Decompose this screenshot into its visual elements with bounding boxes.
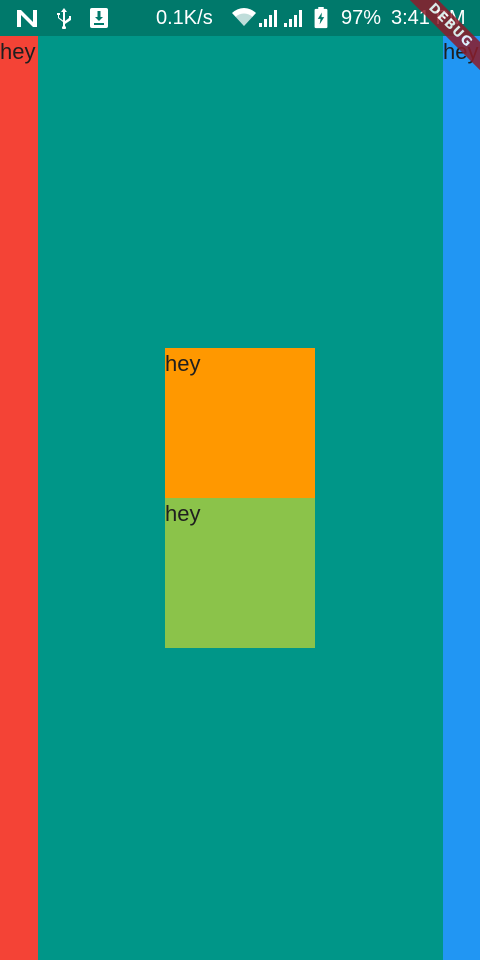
right-panel-label: hey — [443, 39, 479, 64]
download-icon — [90, 8, 108, 28]
n-notification-icon — [17, 10, 37, 27]
network-speed: 0.1K/s — [156, 7, 213, 29]
orange-box-label: hey — [165, 351, 201, 376]
battery-charging-icon — [314, 7, 328, 29]
usb-icon — [57, 8, 71, 29]
left-panel: hey — [0, 36, 38, 960]
signal-icon — [259, 10, 277, 27]
signal-icon-2 — [284, 10, 302, 27]
clock-time: 3:41 PM — [391, 7, 466, 29]
green-box-label: hey — [165, 501, 201, 526]
left-panel-label: hey — [0, 39, 36, 64]
status-bar: 0.1K/s 97% 3:41 PM — [0, 0, 480, 36]
green-box: hey — [165, 498, 315, 648]
battery-percent: 97% — [341, 7, 382, 29]
app-screen: 0.1K/s 97% 3:41 PM hey hey hey hey DEBUG — [0, 0, 480, 960]
right-panel: hey — [443, 36, 480, 960]
orange-box: hey — [165, 348, 315, 498]
wifi-icon — [232, 8, 256, 26]
app-body: hey hey hey hey — [0, 36, 480, 960]
